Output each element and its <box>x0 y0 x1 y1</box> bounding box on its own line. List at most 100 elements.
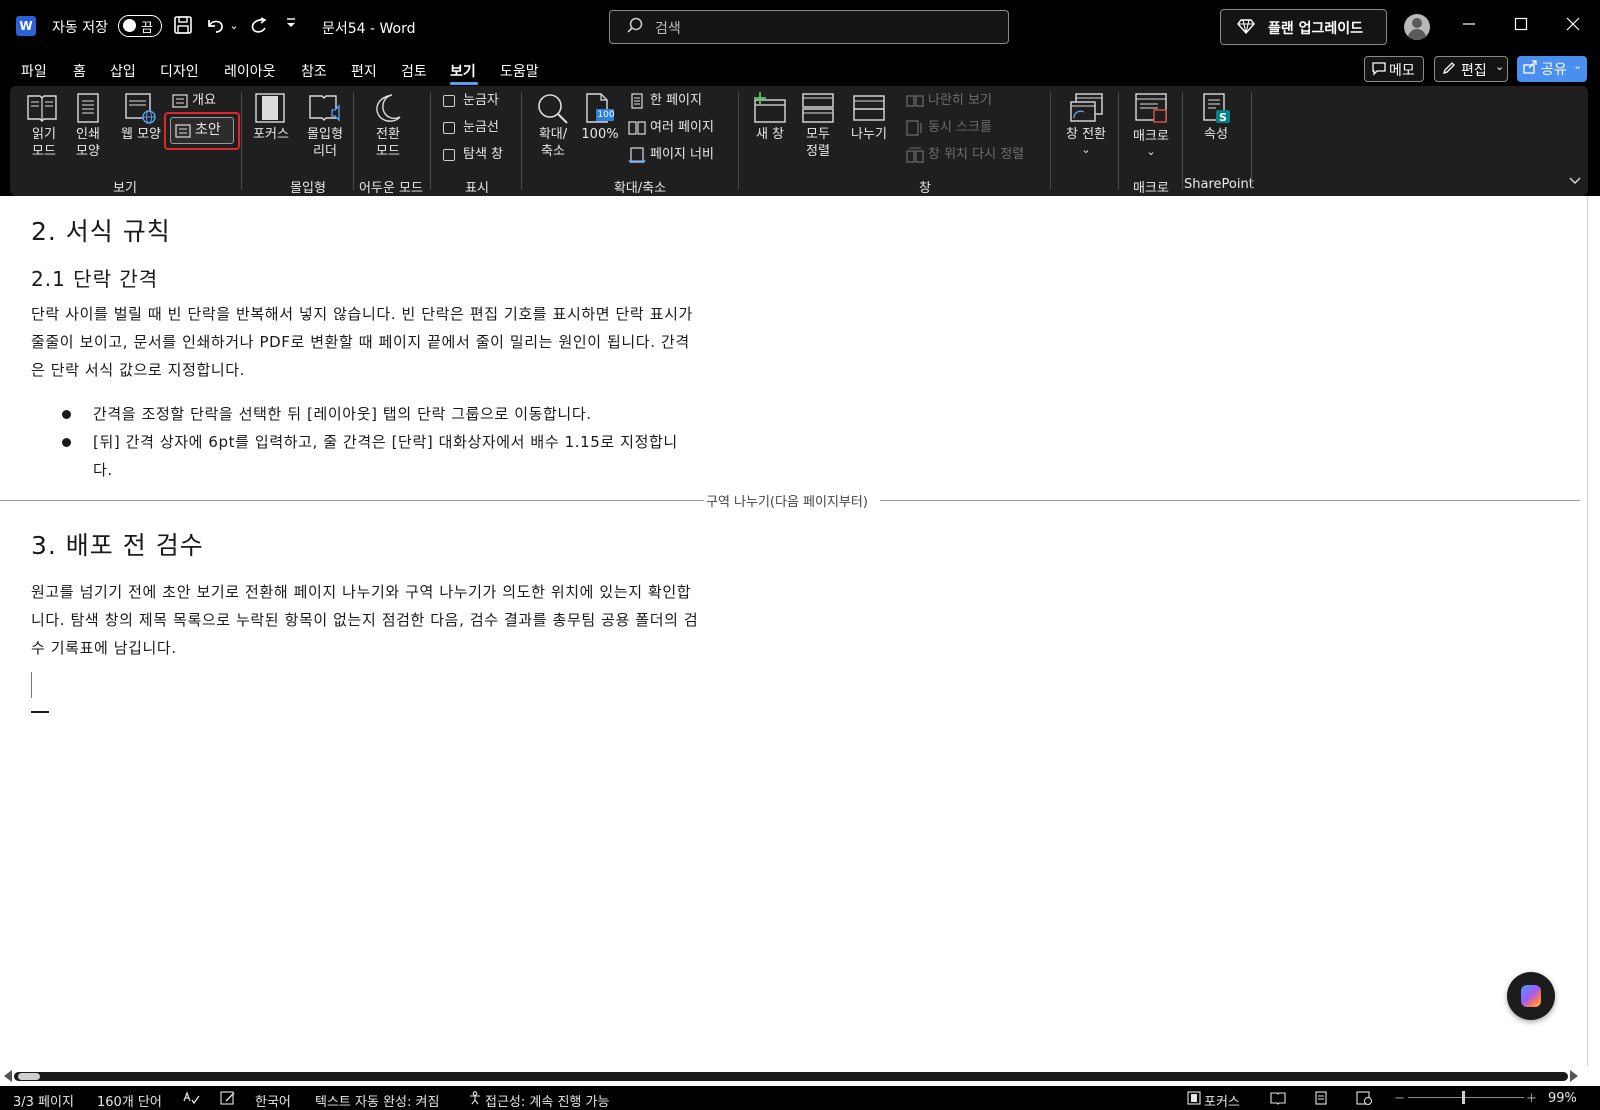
horizontal-scrollbar[interactable] <box>0 1066 1600 1086</box>
multiple-pages-label: 여러 페이지 <box>650 120 714 135</box>
zoom-level[interactable]: 99% <box>1548 1091 1577 1106</box>
focus-mode-label[interactable]: 포커스 <box>1204 1091 1240 1110</box>
reset-window-position-button: 창 위치 다시 정렬 <box>906 146 1046 164</box>
scroll-left-icon[interactable] <box>4 1070 12 1082</box>
zoom-button[interactable]: 확대/ 축소 <box>532 92 572 164</box>
chevron-down-icon: ⌄ <box>1081 143 1091 156</box>
pencil-icon <box>1441 60 1457 80</box>
read-mode-button[interactable]: 읽기 모드 <box>24 92 60 164</box>
group-label-immersive: 몰입형 <box>290 181 326 196</box>
page-count[interactable]: 3/3 페이지 <box>13 1091 74 1110</box>
new-window-icon <box>754 92 786 123</box>
comment-icon <box>1371 60 1387 80</box>
undo-icon[interactable] <box>204 15 226 37</box>
immersive-reader-label-2: 리더 <box>313 144 337 159</box>
page-width-button[interactable]: 페이지 너비 <box>628 146 728 164</box>
tab-help[interactable]: 도움말 <box>500 61 539 81</box>
group-separator <box>353 92 354 190</box>
ribbon-view: 읽기 모드 인쇄 모양 웹 모양 개요 초안 보기 포커스 몰입형 리더 몰입형 <box>10 86 1588 196</box>
editing-mode-button[interactable]: 편집 ⌄ <box>1434 56 1508 82</box>
arrange-all-button[interactable]: 모두 정렬 <box>798 92 838 164</box>
new-window-button[interactable]: 새 창 <box>750 92 790 152</box>
web-layout-view-icon[interactable] <box>1356 1091 1372 1109</box>
svg-text:S: S <box>1219 111 1227 124</box>
chevron-down-icon: ⌄ <box>1573 59 1583 72</box>
sync-scroll-label: 동시 스크롤 <box>928 120 992 135</box>
immersive-reader-icon <box>309 95 340 122</box>
one-page-button[interactable]: 한 페이지 <box>628 92 728 110</box>
outline-button[interactable]: 개요 <box>170 92 230 112</box>
zoom-slider-thumb[interactable] <box>1462 1091 1465 1104</box>
section-break-line-right <box>880 500 1580 501</box>
heading-paragraph-spacing: 2.1 단락 간격 <box>31 267 159 291</box>
tab-view[interactable]: 보기 <box>450 61 476 81</box>
switch-windows-button[interactable]: 창 전환 ⌄ <box>1062 92 1110 164</box>
scroll-right-icon[interactable] <box>1570 1070 1578 1082</box>
print-layout-button[interactable]: 인쇄 모양 <box>70 92 106 164</box>
zoom-in-icon[interactable]: + <box>1526 1091 1537 1106</box>
bullet-item-1: 간격을 조정할 단락을 선택한 뒤 [레이아웃] 탭의 단락 그룹으로 이동합니… <box>93 405 592 423</box>
draft-button[interactable]: 초안 <box>170 117 234 144</box>
switch-mode-label-1: 전환 <box>376 127 400 142</box>
maximize-icon[interactable] <box>1508 12 1534 40</box>
minimize-icon[interactable] <box>1456 12 1482 40</box>
customize-toolbar-icon[interactable] <box>280 15 302 37</box>
word-count[interactable]: 160개 단어 <box>97 1091 162 1110</box>
tab-design[interactable]: 디자인 <box>160 61 199 81</box>
tab-insert[interactable]: 삽입 <box>110 61 136 81</box>
read-mode-view-icon[interactable] <box>1270 1091 1286 1109</box>
group-separator <box>1050 92 1051 190</box>
macros-button[interactable]: 매크로 ⌄ <box>1128 92 1174 164</box>
focus-button[interactable]: 포커스 <box>250 92 292 152</box>
web-layout-button[interactable]: 웹 모양 <box>116 92 166 152</box>
group-separator <box>1182 92 1183 190</box>
zoom-out-icon[interactable]: − <box>1394 1091 1405 1106</box>
switch-mode-button[interactable]: 전환 모드 <box>368 92 408 164</box>
gridlines-label: 눈금선 <box>463 120 499 135</box>
tab-references[interactable]: 참조 <box>301 61 327 81</box>
navigation-pane-checkbox[interactable]: 탐색 창 <box>443 146 518 164</box>
properties-label: 속성 <box>1204 127 1228 142</box>
account-avatar[interactable] <box>1404 14 1430 40</box>
language-indicator[interactable]: 한국어 <box>255 1091 291 1110</box>
document-area[interactable]: 2. 서식 규칙 2.1 단락 간격 단락 사이를 벌릴 때 빈 단락을 반복해… <box>0 196 1600 1066</box>
read-mode-icon <box>27 95 57 122</box>
multiple-pages-button[interactable]: 여러 페이지 <box>628 119 728 137</box>
zoom-slider-track[interactable] <box>1408 1097 1524 1098</box>
gridlines-checkbox[interactable]: 눈금선 <box>443 119 513 137</box>
redo-icon[interactable] <box>248 15 270 37</box>
close-icon[interactable] <box>1560 12 1586 40</box>
print-layout-view-icon[interactable] <box>1314 1091 1328 1109</box>
zoom-100-button[interactable]: 100 100% <box>580 92 620 152</box>
undo-dropdown-icon[interactable]: ⌄ <box>228 15 240 37</box>
focus-mode-icon[interactable] <box>1186 1091 1202 1109</box>
tab-home[interactable]: 홈 <box>73 61 86 81</box>
scroll-track[interactable] <box>14 1072 1568 1081</box>
scroll-thumb[interactable] <box>18 1073 40 1080</box>
vertical-scroll-edge <box>1587 196 1588 1066</box>
navigation-pane-label: 탐색 창 <box>463 147 504 162</box>
proofing-icon[interactable] <box>182 1091 200 1109</box>
immersive-reader-button[interactable]: 몰입형 리더 <box>302 92 348 164</box>
upgrade-plan-button[interactable]: 플랜 업그레이드 <box>1220 9 1387 45</box>
copilot-button[interactable] <box>1507 972 1555 1020</box>
memo-button[interactable]: 메모 <box>1364 56 1424 82</box>
tab-file[interactable]: 파일 <box>21 61 47 81</box>
search-box[interactable]: 검색 <box>609 10 1009 44</box>
share-button[interactable]: 공유 ⌄ <box>1517 56 1587 82</box>
collapse-ribbon-icon[interactable] <box>1568 172 1584 188</box>
tab-layout[interactable]: 레이아웃 <box>224 61 276 81</box>
track-changes-icon[interactable] <box>220 1091 236 1109</box>
accessibility-icon[interactable] <box>468 1091 482 1109</box>
split-button[interactable]: 나누기 <box>846 92 892 152</box>
text-predictions-status[interactable]: 텍스트 자동 완성: 켜짐 <box>315 1091 439 1110</box>
paragraph-spacing-body: 단락 사이를 벌릴 때 빈 단락을 반복해서 넣지 않습니다. 빈 단락은 편집… <box>31 305 693 379</box>
accessibility-status[interactable]: 접근성: 계속 진행 가능 <box>485 1091 609 1110</box>
properties-button[interactable]: S 속성 <box>1196 92 1236 152</box>
ruler-checkbox[interactable]: 눈금자 <box>443 92 513 110</box>
save-icon[interactable] <box>172 15 194 37</box>
autosave-toggle[interactable]: 끔 <box>118 15 162 37</box>
focus-icon <box>255 93 285 123</box>
tab-mailings[interactable]: 편지 <box>351 61 377 81</box>
tab-review[interactable]: 검토 <box>401 61 427 81</box>
